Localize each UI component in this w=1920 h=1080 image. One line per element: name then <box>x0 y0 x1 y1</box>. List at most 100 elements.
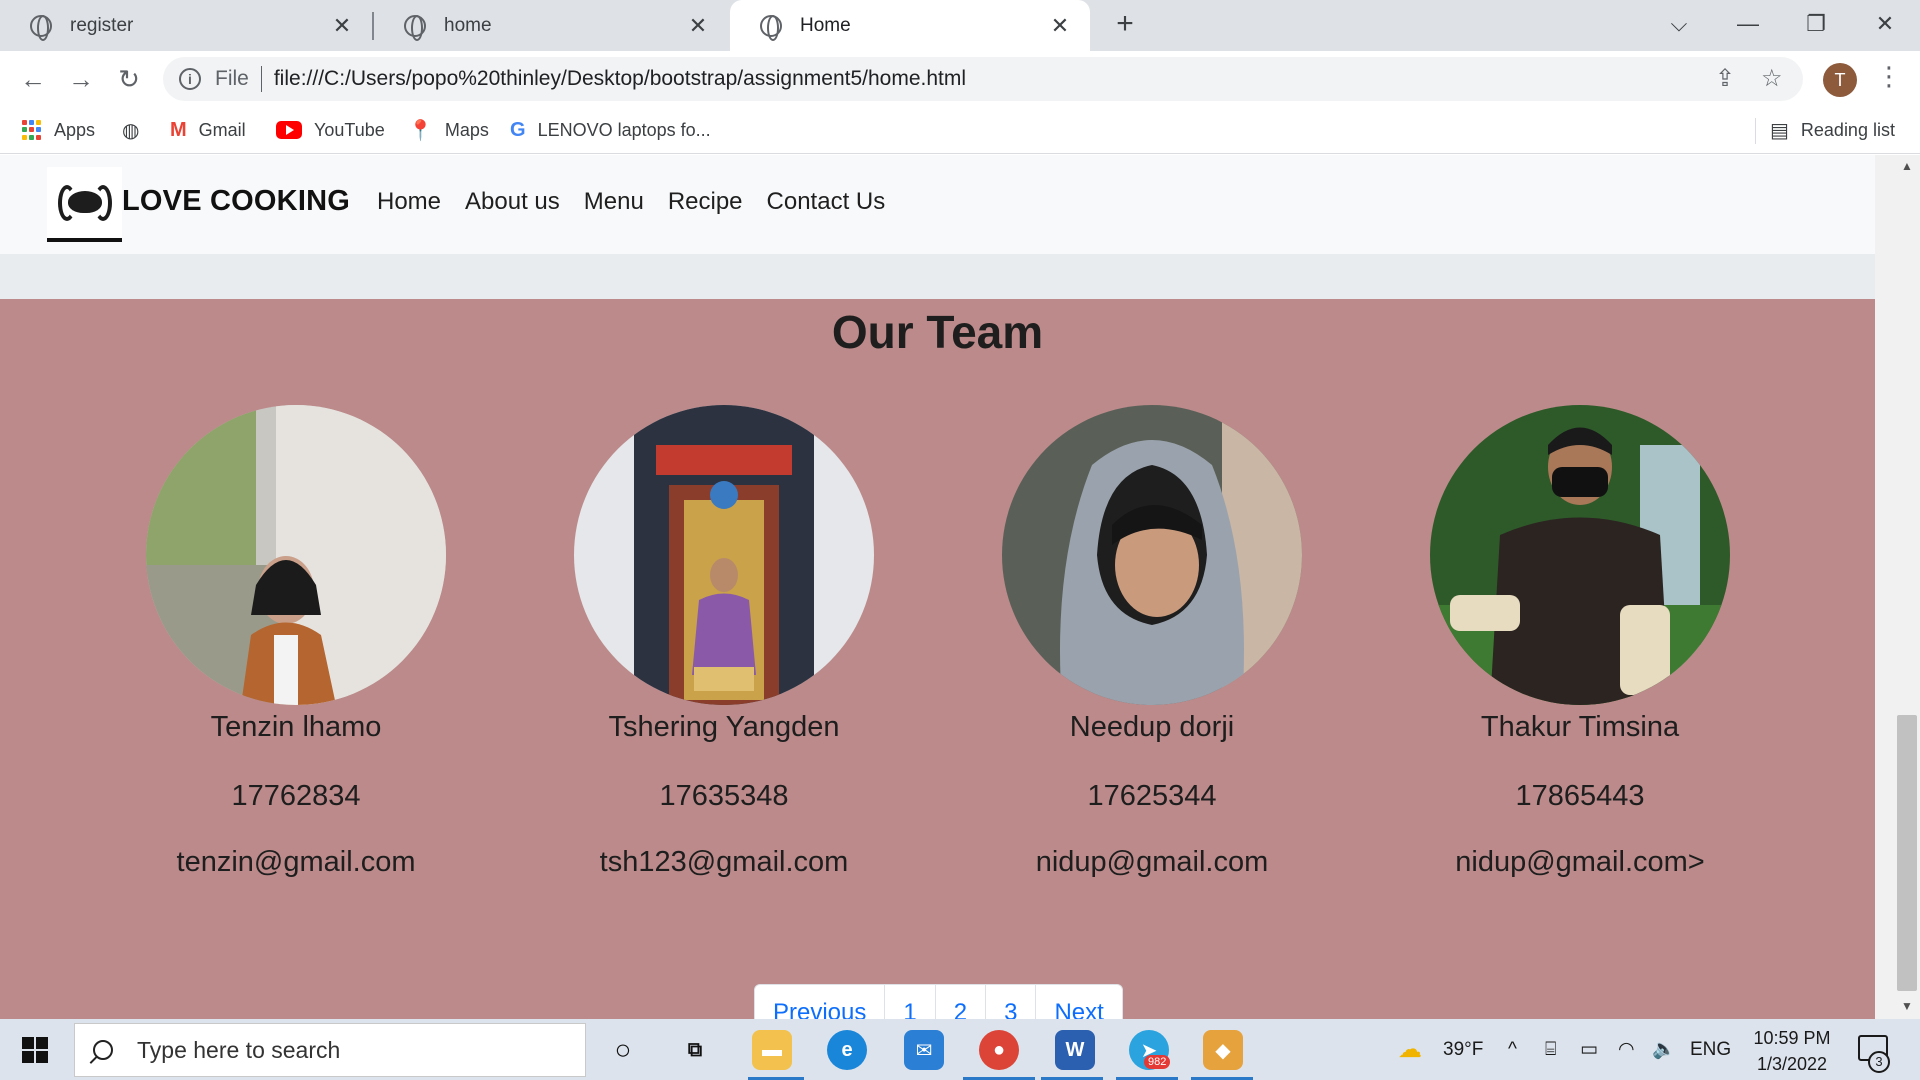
tab-register[interactable]: register ✕ <box>0 0 372 51</box>
language-indicator[interactable]: ENG <box>1690 1019 1731 1080</box>
file-explorer-icon[interactable]: ▬ <box>752 1030 792 1070</box>
meet-now-icon[interactable]: ⌸ <box>1545 1019 1556 1080</box>
close-icon[interactable]: ✕ <box>1048 13 1072 39</box>
apps-grid-icon <box>22 120 42 140</box>
tab-title: register <box>70 14 134 36</box>
close-icon[interactable]: ✕ <box>686 13 710 39</box>
bookmark-label: Apps <box>54 119 96 140</box>
new-tab-button[interactable]: + <box>1108 8 1142 42</box>
bookmark-lenovo[interactable]: G LENOVO laptops fo... <box>510 106 711 154</box>
member-email: nidup@gmail.com> <box>1455 846 1705 878</box>
nav-recipe[interactable]: Recipe <box>668 188 743 216</box>
pagination-next[interactable]: Next <box>1036 985 1121 1019</box>
tab-home-active[interactable]: Home ✕ <box>730 0 1090 51</box>
browser-toolbar: ← → ↻ i File file:///C:/Users/popo%20thi… <box>0 51 1920 106</box>
browser-menu-icon[interactable]: ⋮ <box>1876 61 1902 92</box>
member-photo <box>1002 405 1302 705</box>
mail-icon[interactable]: ✉ <box>904 1030 944 1070</box>
nav-links: Home About us Menu Recipe Contact Us <box>377 188 885 216</box>
address-url[interactable]: file:///C:/Users/popo%20thinley/Desktop/… <box>274 67 966 91</box>
tab-title: home <box>444 14 492 36</box>
brand-name[interactable]: LOVE COOKING <box>122 185 350 218</box>
clock-time: 10:59 PM <box>1753 1028 1831 1048</box>
pagination-page-1[interactable]: 1 <box>885 985 936 1019</box>
notification-count: 3 <box>1868 1051 1890 1073</box>
bookmark-youtube[interactable]: YouTube <box>276 106 385 154</box>
globe-icon <box>760 14 782 41</box>
telegram-badge: 982 <box>1144 1055 1171 1069</box>
scroll-down-arrow-icon[interactable]: ▼ <box>1901 999 1913 1013</box>
bookmark-apps[interactable]: Apps <box>22 106 95 154</box>
bookmark-maps[interactable]: 📍 Maps <box>408 106 489 154</box>
cortana-icon[interactable]: ○ <box>603 1030 643 1070</box>
tab-home[interactable]: home ✕ <box>374 0 728 51</box>
chrome-icon[interactable]: ● <box>979 1030 1019 1070</box>
close-icon[interactable]: ✕ <box>330 13 354 39</box>
bookmark-globe[interactable]: ◍ <box>122 106 151 154</box>
profile-avatar[interactable]: T <box>1823 63 1857 97</box>
member-phone: 17762834 <box>231 780 361 812</box>
site-logo[interactable] <box>47 167 122 242</box>
windows-start-icon[interactable] <box>22 1037 48 1063</box>
gmail-icon: M <box>170 118 187 141</box>
globe-icon: ◍ <box>122 119 140 142</box>
bookmarks-divider <box>1755 118 1756 144</box>
scroll-up-arrow-icon[interactable]: ▲ <box>1901 159 1913 173</box>
globe-icon <box>30 14 52 41</box>
team-member-card: Needup dorji 17625344 nidup@gmail.com <box>1002 405 1302 879</box>
task-view-icon[interactable]: ⧉ <box>675 1030 715 1070</box>
word-icon[interactable]: W <box>1055 1030 1095 1070</box>
member-name: Tenzin lhamo <box>210 711 382 743</box>
scroll-thumb[interactable] <box>1897 715 1917 991</box>
member-phone: 17635348 <box>659 780 789 812</box>
edge-icon[interactable]: e <box>827 1030 867 1070</box>
volume-icon[interactable]: 🔈 <box>1652 1019 1676 1080</box>
wifi-icon[interactable]: ◠ <box>1618 1019 1635 1080</box>
member-email: tsh123@gmail.com <box>599 846 849 878</box>
youtube-icon <box>276 121 302 139</box>
taskbar-search-box[interactable]: Type here to search <box>74 1023 586 1077</box>
member-phone: 17625344 <box>1087 780 1217 812</box>
member-name: Thakur Timsina <box>1480 711 1680 743</box>
weather-icon[interactable]: ☁ <box>1398 1019 1422 1080</box>
window-close-icon[interactable]: ✕ <box>1865 6 1905 42</box>
cooking-logo-icon <box>57 181 112 225</box>
nav-about-us[interactable]: About us <box>465 188 560 216</box>
address-divider <box>260 66 262 92</box>
reload-icon[interactable]: ↻ <box>110 60 148 98</box>
nav-menu[interactable]: Menu <box>584 188 644 216</box>
taskbar-search-placeholder: Type here to search <box>137 1036 341 1063</box>
show-hidden-icons-chevron-icon[interactable]: ^ <box>1508 1019 1517 1080</box>
bookmark-gmail[interactable]: M Gmail <box>170 106 246 154</box>
pagination-page-3[interactable]: 3 <box>986 985 1037 1019</box>
bookmark-star-icon[interactable]: ☆ <box>1761 57 1783 101</box>
nav-home[interactable]: Home <box>377 188 441 216</box>
maps-pin-icon: 📍 <box>408 119 433 142</box>
back-arrow-icon[interactable]: ← <box>14 60 52 98</box>
share-icon[interactable]: ⇪ <box>1715 57 1735 101</box>
bookmark-label: Gmail <box>198 119 246 140</box>
tab-strip: register ✕ home ✕ Home ✕ + ⌵ — ❐ ✕ <box>0 0 1920 51</box>
windows-taskbar: Type here to search ○ ⧉ ▬ e ✉ ● W ➤ 982 … <box>0 1019 1920 1080</box>
info-icon[interactable]: i <box>179 68 201 90</box>
pagination-page-2[interactable]: 2 <box>936 985 987 1019</box>
pagination-previous[interactable]: Previous <box>755 985 886 1019</box>
minimize-icon[interactable]: — <box>1728 6 1768 42</box>
taskbar-clock[interactable]: 10:59 PM 1/3/2022 <box>1737 1025 1847 1077</box>
git-gui-icon[interactable]: ◆ <box>1203 1030 1243 1070</box>
site-navbar: LOVE COOKING Home About us Menu Recipe C… <box>0 155 1875 254</box>
forward-arrow-icon[interactable]: → <box>62 60 100 98</box>
address-bar[interactable]: i File file:///C:/Users/popo%20thinley/D… <box>163 57 1803 101</box>
tab-search-chevron-icon[interactable]: ⌵ <box>1659 6 1699 42</box>
reading-list-button[interactable]: ▤ Reading list <box>1770 106 1895 154</box>
page-scrollbar[interactable]: ▲ ▼ <box>1875 155 1920 1019</box>
restore-icon[interactable]: ❐ <box>1796 6 1836 42</box>
page-viewport: LOVE COOKING Home About us Menu Recipe C… <box>0 155 1875 1019</box>
battery-icon[interactable]: ▭ <box>1580 1019 1598 1080</box>
tab-title: Home <box>800 14 851 36</box>
weather-temp[interactable]: 39°F <box>1443 1019 1483 1080</box>
bookmark-label: LENOVO laptops fo... <box>537 119 711 140</box>
nav-contact-us[interactable]: Contact Us <box>767 188 886 216</box>
member-name: Needup dorji <box>1069 711 1235 743</box>
team-member-card: Thakur Timsina 17865443 nidup@gmail.com> <box>1430 405 1730 879</box>
